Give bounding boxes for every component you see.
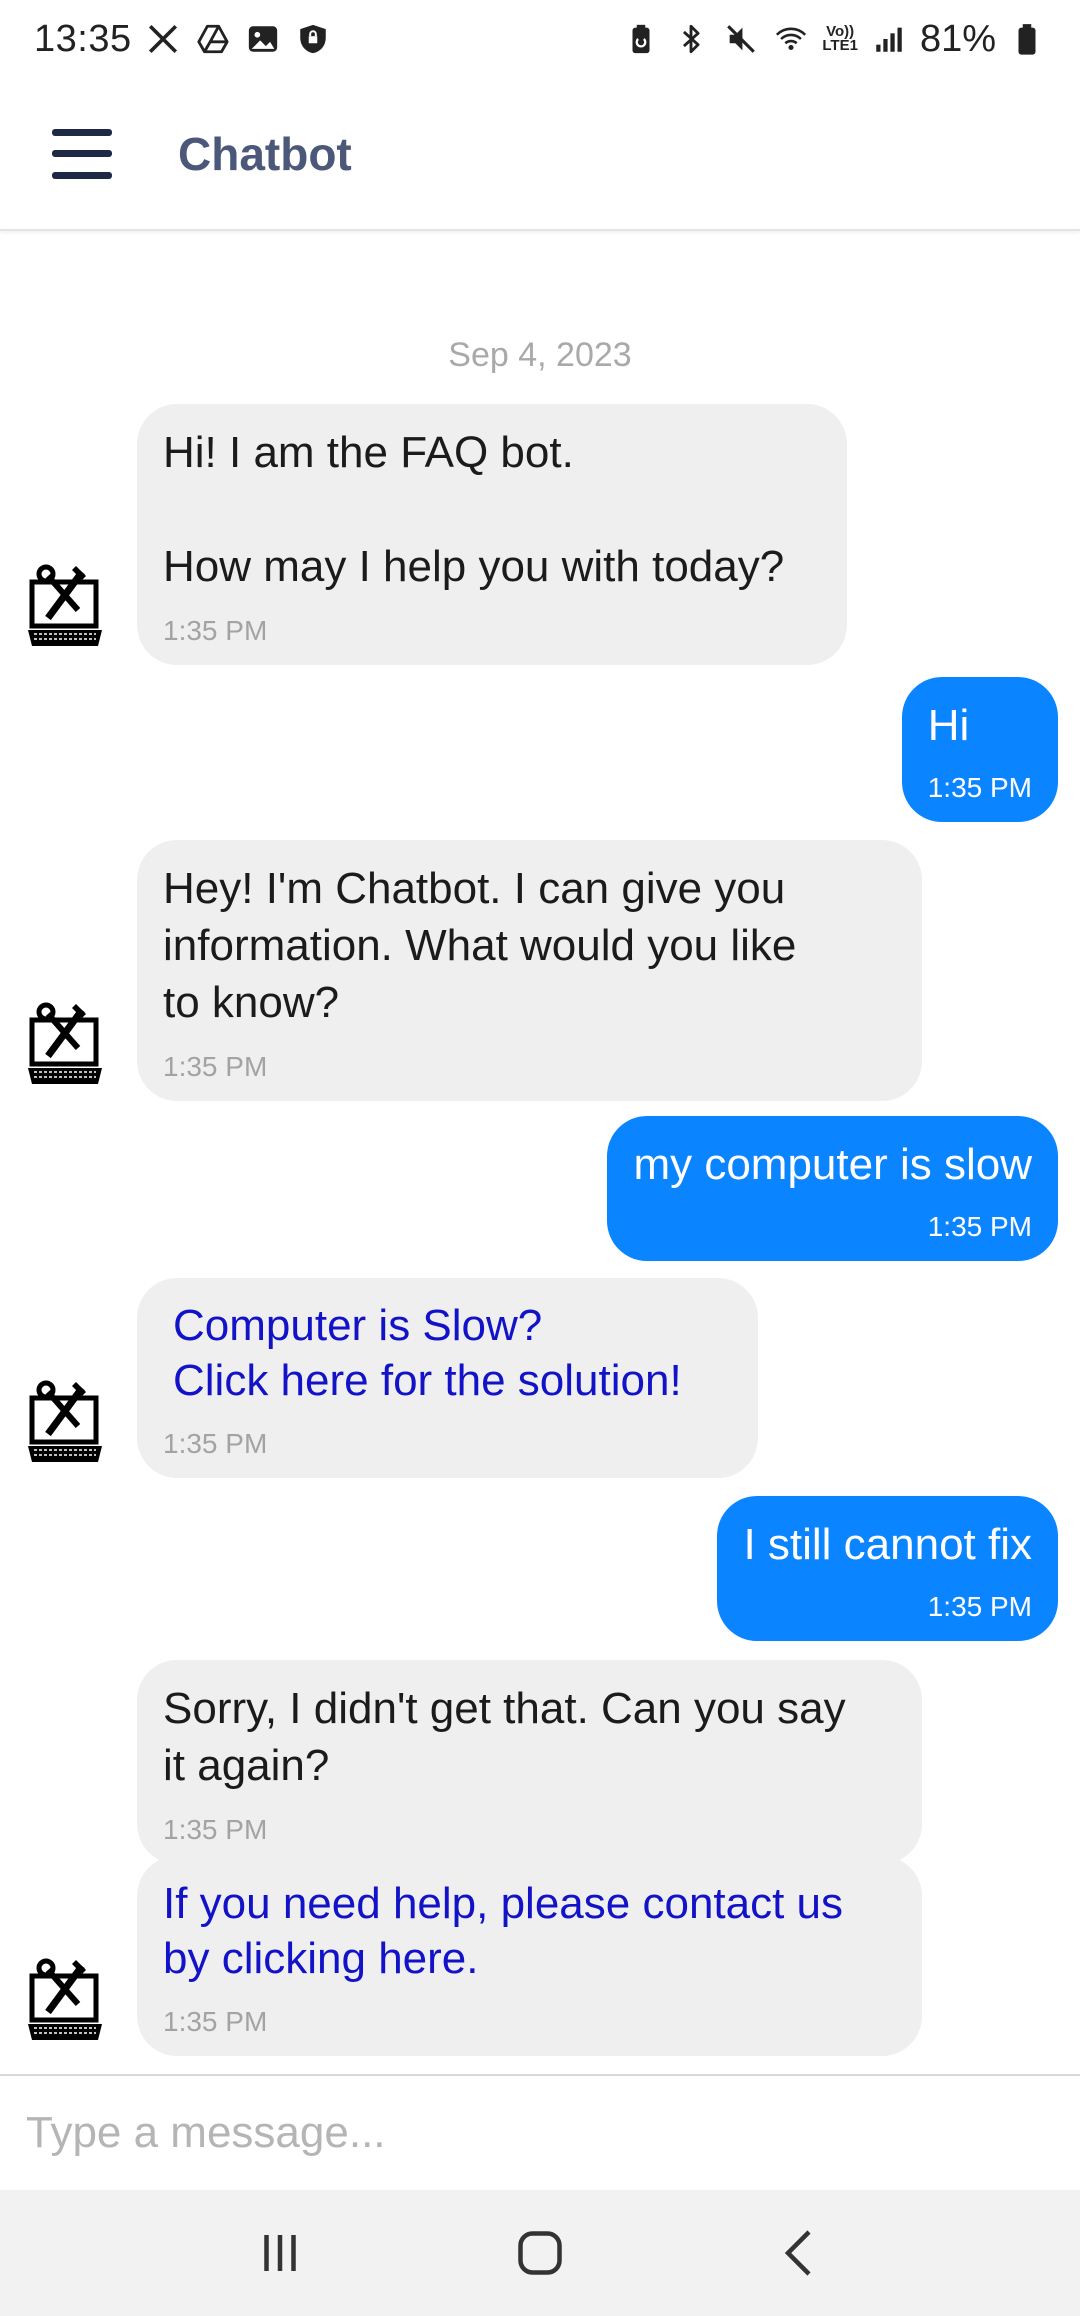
bot-message: If you need help, please contact us by c… [137, 1856, 922, 2056]
app-title: Chatbot [178, 127, 352, 180]
recents-icon [264, 2235, 296, 2271]
menu-bar-middle [52, 150, 112, 157]
bluetooth-icon [672, 20, 710, 58]
message-text: Hi! I am the FAQ bot. How may I help you… [163, 428, 785, 591]
message-time: 1:35 PM [163, 2006, 268, 2037]
signal-icon [870, 20, 908, 58]
recents-button[interactable] [240, 2213, 320, 2293]
status-bar: 13:35 Vo)) LTE1 81% [0, 0, 1080, 78]
bot-message: Hi! I am the FAQ bot. How may I help you… [137, 404, 847, 665]
message-input[interactable] [0, 2076, 1080, 2190]
bot-message: Sorry, I didn't get that. Can you say it… [137, 1660, 922, 1864]
gallery-icon [244, 20, 282, 58]
message-text: Hi [927, 701, 970, 750]
user-message: I still cannot fix 1:35 PM [717, 1496, 1058, 1641]
solution-link[interactable]: Computer is Slow? Click here for the sol… [173, 1298, 732, 1408]
message-text: I still cannot fix [743, 1520, 1032, 1569]
user-message: Hi 1:35 PM [901, 677, 1058, 822]
bot-message: Hey! I'm Chatbot. I can give you informa… [137, 840, 922, 1101]
user-message: my computer is slow 1:35 PM [607, 1116, 1058, 1261]
volte-line-2: LTE1 [822, 37, 858, 54]
x-icon [144, 20, 182, 58]
chat-area[interactable]: Sep 4, 2023 Hi! I am the FAQ bot. How ma… [0, 232, 1080, 2074]
message-time: 1:35 PM [163, 1814, 268, 1845]
message-time: 1:35 PM [163, 615, 268, 646]
message-time: 1:35 PM [927, 772, 1032, 803]
menu-button[interactable] [52, 128, 112, 179]
system-nav-bar [0, 2190, 1080, 2316]
bot-avatar-icon [26, 1370, 110, 1466]
date-separator: Sep 4, 2023 [448, 336, 632, 374]
message-text: Hey! I'm Chatbot. I can give you informa… [163, 864, 797, 1027]
status-left: 13:35 [34, 18, 332, 61]
message-text: Sorry, I didn't get that. Can you say it… [163, 1684, 846, 1790]
message-time: 1:35 PM [927, 1211, 1032, 1242]
battery-saver-icon [622, 20, 660, 58]
bot-avatar-icon [26, 1948, 110, 2044]
battery-percent: 81% [919, 17, 996, 60]
status-time: 13:35 [34, 17, 132, 60]
message-text: my computer is slow [633, 1140, 1032, 1189]
shield-icon [294, 20, 332, 58]
status-right: Vo)) LTE1 81% [622, 18, 1046, 61]
message-time: 1:35 PM [163, 1428, 268, 1459]
bot-avatar-icon [26, 554, 110, 650]
message-composer [0, 2074, 1080, 2190]
menu-bar-bottom [52, 171, 112, 179]
bot-avatar-icon [26, 992, 110, 1088]
contact-link[interactable]: If you need help, please contact us by c… [163, 1876, 896, 1986]
message-time: 1:35 PM [927, 1591, 1032, 1622]
back-icon [784, 2230, 811, 2276]
home-button[interactable] [500, 2213, 580, 2293]
mute-icon [722, 20, 760, 58]
bot-message: Computer is Slow? Click here for the sol… [137, 1278, 758, 1478]
drive-icon [194, 20, 232, 58]
app-bar: Chatbot [0, 78, 1080, 231]
message-time: 1:35 PM [163, 1051, 268, 1082]
wifi-6-icon [772, 20, 810, 58]
home-icon [518, 2231, 562, 2275]
volte-icon: Vo)) LTE1 [822, 24, 858, 54]
battery-icon [1008, 20, 1046, 58]
back-button[interactable] [760, 2213, 840, 2293]
menu-bar-top [52, 128, 112, 136]
